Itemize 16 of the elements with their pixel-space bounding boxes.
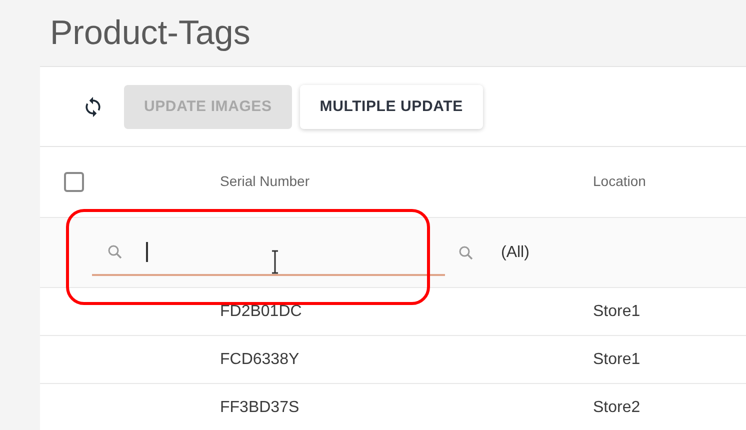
serial-number-cell: FF3BD37S <box>220 398 300 416</box>
select-all-checkbox[interactable] <box>64 172 84 192</box>
serial-number-cell: FD2B01DC <box>220 302 302 320</box>
serial-number-cell: FCD6338Y <box>220 350 300 368</box>
column-header[interactable]: Serial Number <box>220 173 310 189</box>
location-cell: Store2 <box>593 398 640 416</box>
multiple-update-button[interactable]: MULTIPLE UPDATE <box>300 84 483 128</box>
column-header[interactable]: Location <box>593 173 646 189</box>
search-icon <box>457 244 475 262</box>
search-icon <box>106 242 124 260</box>
location-cell: Store1 <box>593 302 640 320</box>
text-cursor-icon <box>270 250 280 274</box>
location-cell: Store1 <box>593 350 640 368</box>
filter-select[interactable]: (All) <box>457 244 530 262</box>
page-title: Product-Tags <box>49 13 252 54</box>
text-caret <box>146 242 148 262</box>
